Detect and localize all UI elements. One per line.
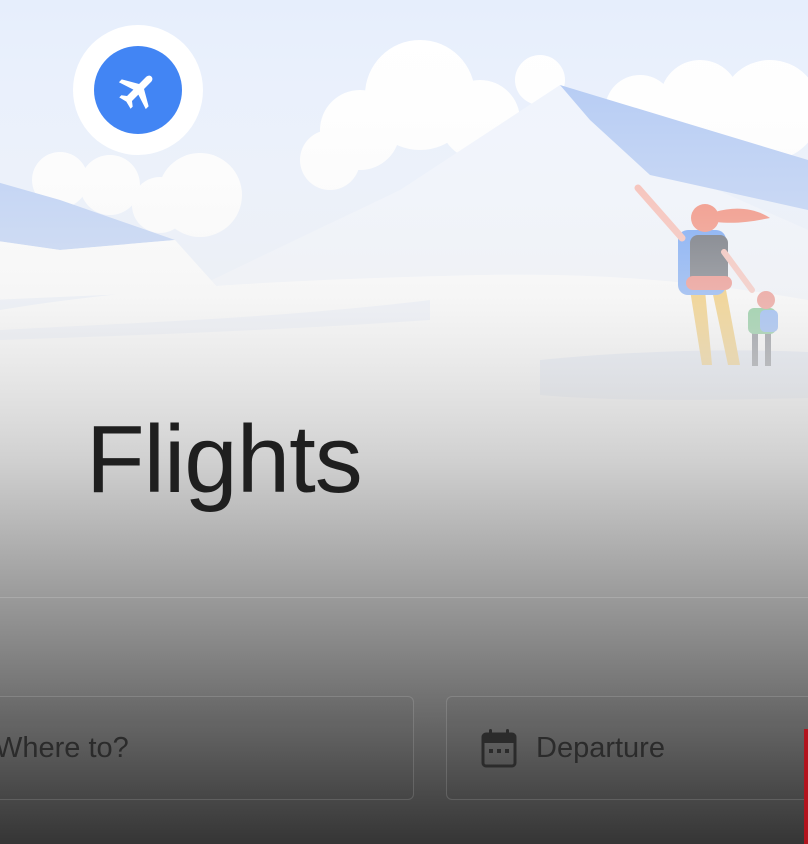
page-title: Flights: [86, 406, 363, 513]
calendar-icon: [481, 729, 517, 768]
departure-placeholder: Departure: [536, 731, 665, 764]
section-divider: [0, 597, 808, 598]
offscreen-accent: [804, 729, 808, 844]
departure-date-input[interactable]: Departure: [446, 696, 808, 800]
destination-input[interactable]: Where to?: [0, 696, 414, 800]
flights-logo[interactable]: [73, 25, 203, 155]
flights-hero: Flights Where to? Departure: [0, 0, 808, 844]
destination-placeholder: Where to?: [0, 731, 129, 764]
